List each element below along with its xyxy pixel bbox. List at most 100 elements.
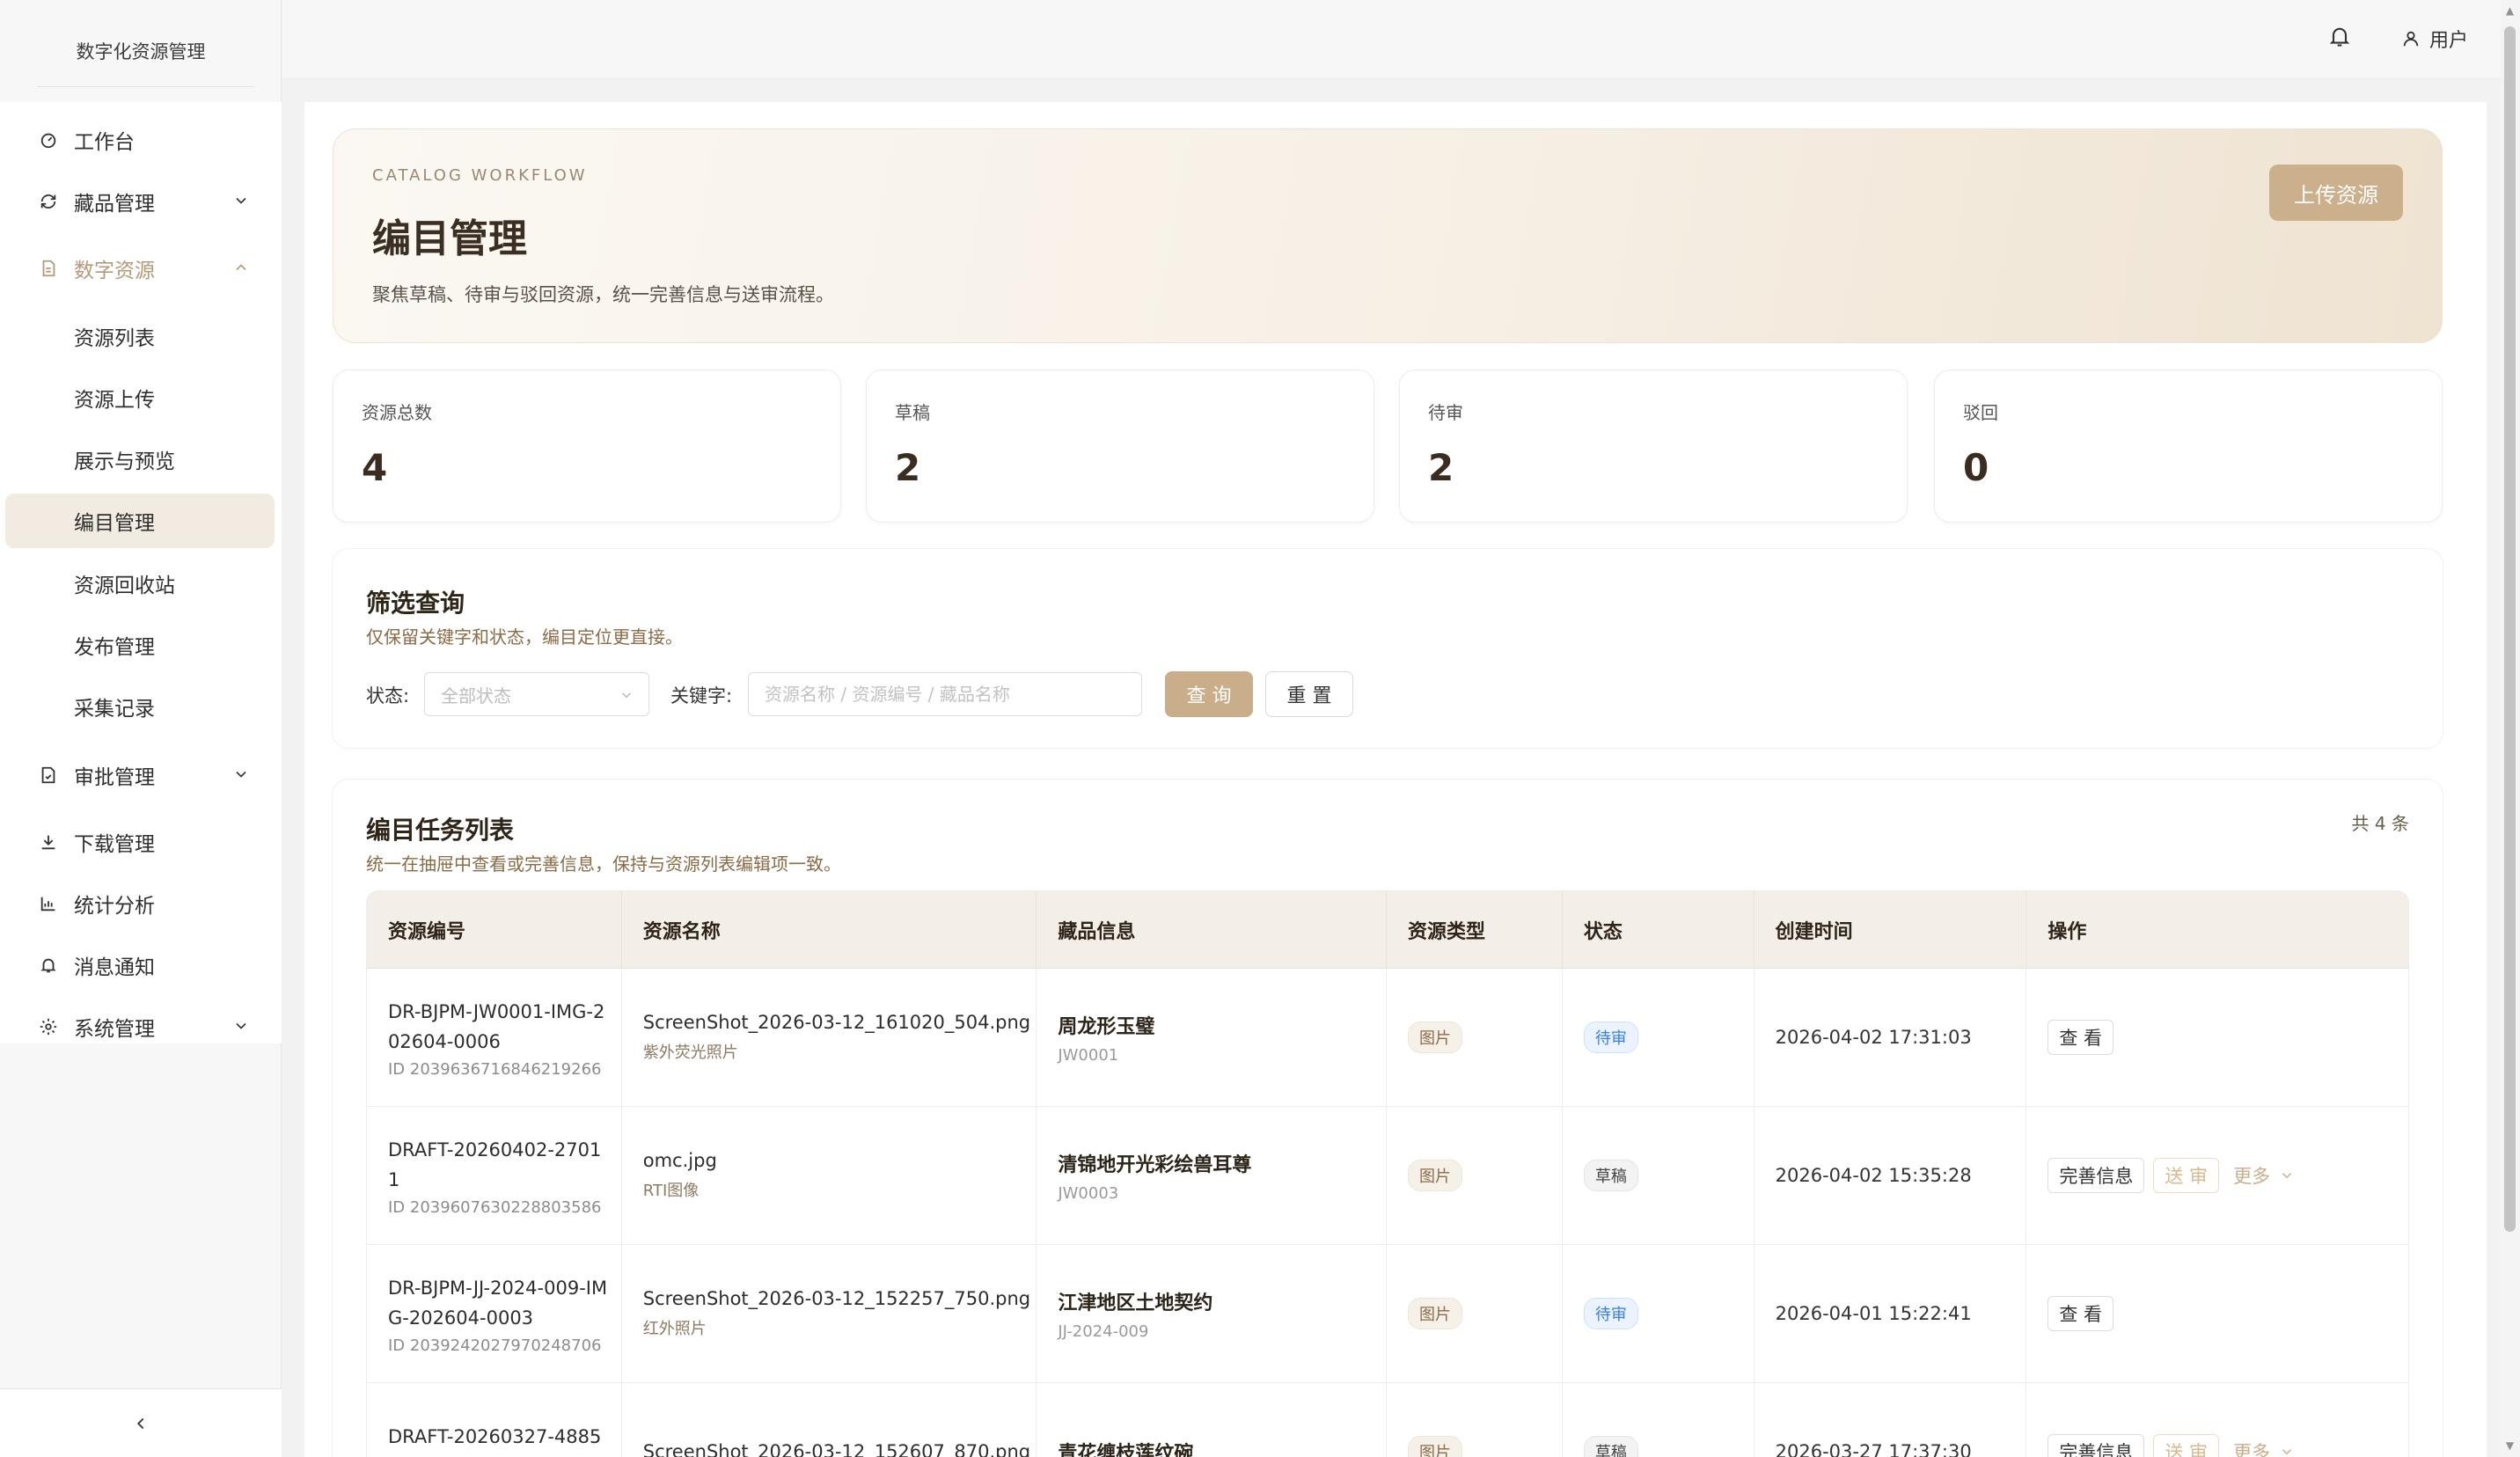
cell-collection: 江津地区土地契约 JJ-2024-009: [1037, 1245, 1387, 1382]
status-select[interactable]: 全部状态: [424, 672, 649, 716]
main-content: CATALOG WORKFLOW 编目管理 聚焦草稿、待审与驳回资源，统一完善信…: [304, 102, 2487, 1457]
scroll-up-arrow[interactable]: ▲: [2504, 5, 2516, 17]
collection-number: JW0003: [1058, 1183, 1119, 1203]
collection-name: 清锦地开光彩绘兽耳尊: [1058, 1153, 1252, 1176]
user-menu[interactable]: 用户: [2401, 25, 2468, 53]
sidebar-item-label: 审批管理: [74, 766, 155, 789]
upload-resource-button[interactable]: 上传资源: [2269, 165, 2403, 221]
sidebar-item-label: 统计分析: [74, 895, 155, 918]
brand-title: 数字化资源管理: [76, 41, 206, 62]
chevron-left-icon: [136, 1417, 144, 1429]
stat-value: 4: [362, 446, 388, 489]
chevron-down-icon: [236, 771, 246, 778]
column-header: 创建时间: [1754, 891, 2027, 968]
reset-button[interactable]: 重 置: [1265, 671, 1353, 717]
sidebar-item-collect-records[interactable]: 采集记录: [5, 679, 275, 734]
created-time: 2026-04-02 15:35:28: [1775, 1165, 1972, 1186]
bell-icon: [39, 955, 58, 975]
submit-review-button[interactable]: 送 审: [2153, 1158, 2220, 1193]
column-header: 资源名称: [622, 891, 1037, 968]
sidebar-item-approval[interactable]: 审批管理: [5, 748, 275, 802]
status-badge: 草稿: [1583, 1436, 1638, 1457]
cell-actions: 查 看: [2026, 1245, 2408, 1382]
sidebar-item-downloads[interactable]: 下载管理: [5, 815, 275, 869]
cell-status: 草稿: [1563, 1107, 1754, 1244]
more-actions-dropdown[interactable]: 更多: [2233, 1439, 2295, 1457]
sidebar-item-resource-list[interactable]: 资源列表: [5, 309, 275, 363]
cell-name: ScreenShot_2026-03-12_152257_750.png 红外照…: [622, 1245, 1037, 1382]
notification-bell-icon[interactable]: [2327, 23, 2352, 49]
sidebar-item-publish[interactable]: 发布管理: [5, 618, 275, 672]
submit-review-button[interactable]: 送 审: [2153, 1434, 2220, 1457]
hero-banner: CATALOG WORKFLOW 编目管理 聚焦草稿、待审与驳回资源，统一完善信…: [333, 128, 2443, 343]
user-name: 用户: [2428, 30, 2468, 52]
sidebar-item-preview[interactable]: 展示与预览: [5, 432, 275, 487]
complete-info-button[interactable]: 完善信息: [2048, 1434, 2145, 1457]
resource-code: DRAFT-20260327-48859: [388, 1426, 602, 1457]
sidebar-item-label: 下载管理: [74, 833, 155, 856]
view-button[interactable]: 查 看: [2048, 1020, 2114, 1055]
page-scrollbar[interactable]: ▲ ▼: [2500, 0, 2520, 1457]
created-time: 2026-03-27 17:37:30: [1775, 1441, 1972, 1457]
collection-name: 周龙形玉璧: [1058, 1015, 1155, 1038]
sidebar-item-catalog[interactable]: 编目管理: [5, 494, 275, 548]
query-button[interactable]: 查 询: [1165, 671, 1253, 717]
sidebar-item-system[interactable]: 系统管理: [5, 999, 275, 1054]
chevron-down-icon: [621, 692, 632, 699]
catalog-list-panel: 编目任务列表 统一在抽屉中查看或完善信息，保持与资源列表编辑项一致。 共 4 条…: [333, 780, 2443, 1457]
chevron-down-icon: [2282, 1173, 2292, 1179]
keyword-input[interactable]: [748, 672, 1142, 716]
table-row: DR-BJPM-JJ-2024-009-IMG-202604-0003 ID 2…: [367, 1245, 2408, 1383]
resource-id: ID 2039607630228803586: [388, 1197, 602, 1217]
resource-name: omc.jpg: [642, 1150, 717, 1171]
stat-value: 0: [1963, 446, 1989, 489]
complete-info-button[interactable]: 完善信息: [2048, 1158, 2145, 1193]
cell-code: DR-BJPM-JJ-2024-009-IMG-202604-0003 ID 2…: [367, 1245, 622, 1382]
collection-number: JW0001: [1058, 1045, 1119, 1065]
cell-actions: 查 看: [2026, 969, 2408, 1106]
resource-subtype: 红外照片: [642, 1320, 707, 1338]
sidebar-item-digital-resources[interactable]: 数字资源: [5, 241, 275, 296]
scroll-down-arrow[interactable]: ▼: [2504, 1440, 2516, 1452]
resource-name: ScreenShot_2026-03-12_152257_750.png: [642, 1288, 1031, 1309]
resource-id: ID 2039242027970248706: [388, 1336, 602, 1355]
sidebar-item-label: 展示与预览: [74, 450, 175, 473]
resource-subtype: 紫外荧光照片: [642, 1043, 738, 1062]
cell-actions: 完善信息 送 审 更多: [2026, 1107, 2408, 1244]
sidebar-item-statistics[interactable]: 统计分析: [5, 876, 275, 931]
stat-label: 待审: [1428, 402, 1463, 423]
cell-status: 待审: [1563, 969, 1754, 1106]
collection-name: 江津地区土地契约: [1058, 1292, 1213, 1314]
cell-type: 图片: [1387, 1383, 1563, 1457]
collection-name: 青花缠枝莲纹碗: [1058, 1443, 1194, 1457]
more-label: 更多: [2233, 1166, 2271, 1187]
top-bar: 用户: [282, 0, 2500, 79]
sidebar-item-resource-upload[interactable]: 资源上传: [5, 370, 275, 425]
sidebar-item-label: 采集记录: [74, 698, 155, 721]
type-badge: 图片: [1407, 1298, 1462, 1329]
stat-card-total: 资源总数 4: [333, 370, 841, 523]
sidebar-item-workbench[interactable]: 工作台: [5, 113, 275, 167]
filter-subtitle: 仅保留关键字和状态，编目定位更直接。: [366, 626, 683, 648]
document-icon: [39, 259, 58, 278]
catalog-table: 资源编号 资源名称 藏品信息 资源类型 状态 创建时间 操作 DR-BJPM-J…: [366, 890, 2409, 1457]
cell-type: 图片: [1387, 1245, 1563, 1382]
resource-name: ScreenShot_2026-03-12_152607_870.png: [642, 1441, 1031, 1457]
sidebar-item-recycle-bin[interactable]: 资源回收站: [5, 556, 275, 611]
chevron-up-icon: [236, 264, 246, 271]
cell-collection: 青花缠枝莲纹碗: [1037, 1383, 1387, 1457]
view-button[interactable]: 查 看: [2048, 1296, 2114, 1331]
type-badge: 图片: [1407, 1436, 1462, 1457]
more-actions-dropdown[interactable]: 更多: [2233, 1162, 2295, 1189]
created-time: 2026-04-01 15:22:41: [1775, 1303, 1972, 1324]
sidebar-item-notifications[interactable]: 消息通知: [5, 938, 275, 992]
column-header: 藏品信息: [1037, 891, 1387, 968]
scrollbar-thumb[interactable]: [2504, 26, 2516, 1232]
cell-collection: 周龙形玉璧 JW0001: [1037, 969, 1387, 1106]
filter-panel: 筛选查询 仅保留关键字和状态，编目定位更直接。 状态: 全部状态 关键字: 查 …: [333, 549, 2443, 748]
cell-status: 草稿: [1563, 1383, 1754, 1457]
cell-created: 2026-03-27 17:37:30: [1754, 1383, 2027, 1457]
sidebar-collapse-button[interactable]: [0, 1388, 282, 1457]
sidebar-item-collections[interactable]: 藏品管理: [5, 174, 275, 229]
page-title: 编目管理: [372, 216, 527, 261]
